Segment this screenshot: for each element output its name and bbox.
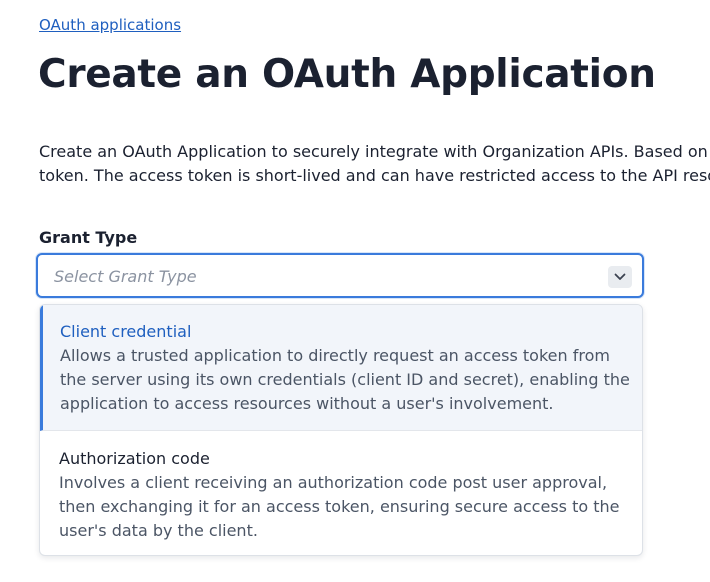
option-description-line: application to access resources without … [60,394,554,413]
option-title: Client credential [60,322,192,341]
breadcrumb-oauth-applications-link[interactable]: OAuth applications [39,16,181,34]
page-description: Create an OAuth Application to securely … [39,140,710,188]
grant-type-dropdown-menu: Client credential Allows a trusted appli… [39,304,643,556]
option-title: Authorization code [59,449,210,468]
option-description-line: Involves a client receiving an authoriza… [59,473,608,492]
option-description: Allows a trusted application to directly… [60,344,630,416]
option-client-credential[interactable]: Client credential Allows a trusted appli… [40,305,642,431]
create-oauth-app-page: OAuth applications Create an OAuth Appli… [0,0,710,582]
option-description-line: then exchanging it for an access token, … [59,497,620,516]
grant-type-select[interactable]: Select Grant Type [36,253,644,298]
option-description-line: user's data by the client. [59,521,258,540]
option-description: Involves a client receiving an authoriza… [59,471,619,543]
description-line: token. The access token is short-lived a… [39,166,710,185]
option-authorization-code[interactable]: Authorization code Involves a client rec… [40,432,642,555]
option-description-line: Allows a trusted application to directly… [60,346,610,365]
grant-type-label: Grant Type [39,228,138,247]
grant-type-placeholder: Select Grant Type [54,267,197,286]
chevron-down-icon[interactable] [608,266,632,288]
option-description-line: the server using its own credentials (cl… [60,370,630,389]
page-title: Create an OAuth Application [38,52,656,97]
description-line: Create an OAuth Application to securely … [39,142,710,161]
